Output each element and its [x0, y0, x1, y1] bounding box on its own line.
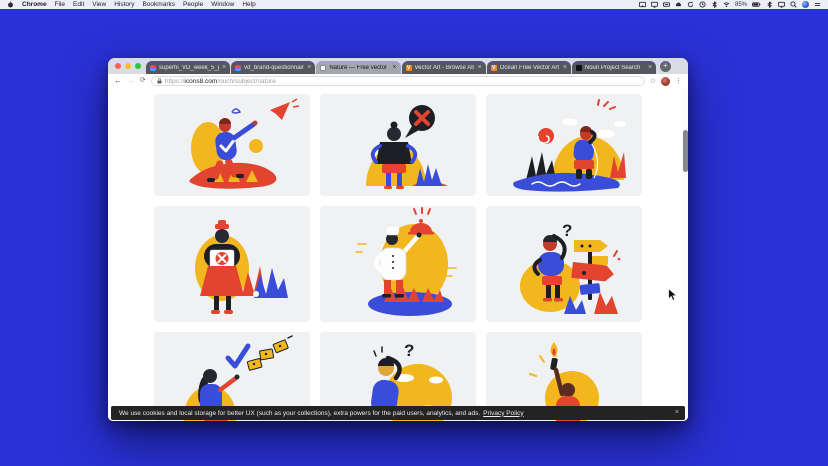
- menu-item-file[interactable]: File: [55, 1, 65, 8]
- tab-close-icon[interactable]: ×: [648, 64, 652, 71]
- menu-item-bookmarks[interactable]: Bookmarks: [142, 1, 175, 8]
- tab-superhi-vd-week-5-proj[interactable]: superhi_VD_week_5_proj ×: [146, 61, 230, 74]
- tab-close-icon[interactable]: ×: [392, 64, 396, 71]
- tab-title: Ocean Free Vector Art -: [500, 65, 560, 71]
- question-mark-glyph: ?: [562, 221, 572, 240]
- reload-button[interactable]: ⟳: [140, 77, 146, 85]
- question-mark-glyph: ?: [404, 341, 414, 360]
- browser-toolbar: ← → ⟳ https://icons8.com/ouch/subject/na…: [108, 74, 688, 88]
- window-close-button[interactable]: [115, 63, 121, 69]
- keyboard-icon[interactable]: [663, 1, 670, 8]
- illustration-card-chef-raising-cloche[interactable]: [320, 206, 476, 322]
- bookmark-star-icon[interactable]: ☆: [650, 77, 656, 85]
- siri-icon[interactable]: [802, 1, 809, 8]
- tab-close-icon[interactable]: ×: [478, 64, 482, 71]
- url-bar[interactable]: https://icons8.com/ouch/subject/nature: [151, 76, 645, 86]
- menu-item-help[interactable]: Help: [242, 1, 255, 8]
- menu-item-people[interactable]: People: [183, 1, 203, 8]
- vecteezy-icon: V: [406, 65, 412, 71]
- battery-percent-label: 85%: [735, 2, 747, 8]
- bluetooth-icon[interactable]: [766, 1, 773, 8]
- switcher-icon[interactable]: [814, 1, 821, 8]
- tab-ocean-free-vector-art[interactable]: V Ocean Free Vector Art - ×: [487, 61, 571, 74]
- display-icon[interactable]: [778, 1, 785, 8]
- bluetooth-icon[interactable]: [711, 1, 718, 8]
- tab-noun-project-search[interactable]: Noun Project Search ×: [572, 61, 656, 74]
- padlock-icon: [157, 78, 162, 84]
- window-minimize-button[interactable]: [125, 63, 131, 69]
- noun-project-icon: [576, 65, 582, 71]
- display-icon[interactable]: [651, 1, 658, 8]
- back-button[interactable]: ←: [114, 77, 122, 85]
- window-zoom-button[interactable]: [135, 63, 141, 69]
- privacy-policy-link[interactable]: Privacy Policy: [483, 410, 523, 417]
- tab-close-icon[interactable]: ×: [222, 64, 226, 71]
- tab-nature-free-vector-active[interactable]: Nature — Free vector im... ×: [316, 61, 400, 74]
- tab-close-icon[interactable]: ×: [563, 64, 567, 71]
- tab-vd-brand-questionnaire[interactable]: vd_brand-questionnaire ×: [231, 61, 315, 74]
- sync-icon[interactable]: [687, 1, 694, 8]
- tab-close-icon[interactable]: ×: [307, 64, 311, 71]
- browser-window: superhi_VD_week_5_proj × vd_brand-questi…: [108, 58, 688, 421]
- figma-icon: [150, 65, 156, 71]
- menu-item-edit[interactable]: Edit: [73, 1, 84, 8]
- confused-person-at-signpost-illustration: ?: [486, 206, 642, 322]
- cloud-icon[interactable]: [675, 1, 682, 8]
- mouse-cursor: [668, 288, 677, 301]
- tab-title: superhi_VD_week_5_proj: [159, 65, 219, 71]
- desktop: Chrome File Edit View History Bookmarks …: [0, 0, 828, 466]
- new-tab-button[interactable]: +: [660, 61, 671, 72]
- menu-item-view[interactable]: View: [92, 1, 106, 8]
- browser-menu-icon[interactable]: ⋮: [675, 77, 682, 85]
- page-content: ?: [108, 88, 688, 421]
- tab-strip: superhi_VD_week_5_proj × vd_brand-questi…: [108, 58, 688, 74]
- vecteezy-icon: V: [491, 65, 497, 71]
- tab-title: Noun Project Search: [585, 65, 645, 71]
- battery-icon[interactable]: [752, 1, 761, 8]
- macos-menu-bar: Chrome File Edit View History Bookmarks …: [0, 0, 828, 9]
- url-text: https://icons8.com/ouch/subject/nature: [165, 78, 276, 85]
- person-throwing-paper-plane-illustration: [154, 94, 310, 196]
- menu-bar-status-area: 85%: [639, 1, 821, 8]
- figma-icon: [235, 65, 241, 71]
- illustration-card-person-throwing-paper-plane[interactable]: [154, 94, 310, 196]
- cast-icon[interactable]: [639, 1, 646, 8]
- wifi-icon[interactable]: [723, 1, 730, 8]
- chef-raising-cloche-illustration: [320, 206, 476, 322]
- forward-button[interactable]: →: [127, 77, 135, 85]
- icons8-icon: [320, 65, 326, 71]
- scrollbar-track[interactable]: [682, 88, 688, 421]
- cookie-banner-close-icon[interactable]: ×: [675, 406, 679, 420]
- search-icon[interactable]: [790, 1, 797, 8]
- menu-item-history[interactable]: History: [114, 1, 134, 8]
- tab-vector-art-browse[interactable]: V Vector Art - Browse All V... ×: [402, 61, 486, 74]
- tab-title: vd_brand-questionnaire: [244, 65, 304, 71]
- scrollbar-thumb[interactable]: [683, 130, 688, 172]
- illustration-card-confused-person-at-signpost[interactable]: ?: [486, 206, 642, 322]
- menu-item-window[interactable]: Window: [211, 1, 234, 8]
- apple-icon[interactable]: [7, 1, 14, 8]
- illustration-card-woman-holding-no-sign[interactable]: [154, 206, 310, 322]
- cookie-consent-banner: We use cookies and local storage for bet…: [111, 406, 685, 420]
- tab-title: Nature — Free vector im...: [329, 65, 389, 71]
- tab-title: Vector Art - Browse All V...: [415, 65, 475, 71]
- cookie-banner-text: We use cookies and local storage for bet…: [119, 410, 480, 417]
- illustration-card-person-kneeling-by-water[interactable]: [486, 94, 642, 196]
- woman-holding-no-sign-illustration: [154, 206, 310, 322]
- person-kneeling-by-water-illustration: [486, 94, 642, 196]
- person-with-x-speech-bubble-illustration: [320, 94, 476, 196]
- clock-icon[interactable]: [699, 1, 706, 8]
- illustration-card-person-with-x-speech-bubble[interactable]: [320, 94, 476, 196]
- tabs-container: superhi_VD_week_5_proj × vd_brand-questi…: [146, 61, 656, 74]
- profile-avatar[interactable]: [661, 77, 670, 86]
- menu-app-name[interactable]: Chrome: [22, 1, 47, 8]
